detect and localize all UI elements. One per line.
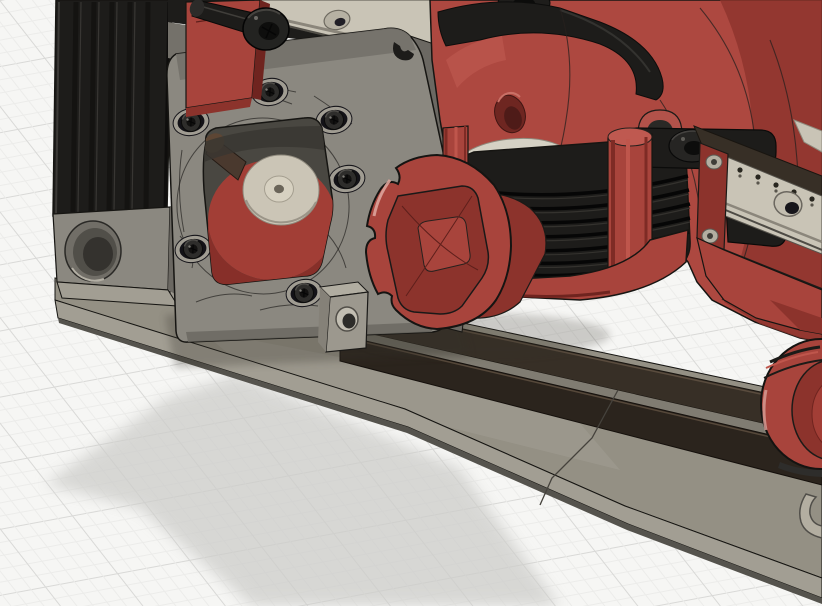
bracket-screw[interactable]: [706, 155, 722, 169]
belt-tensioner-block[interactable]: [318, 282, 368, 352]
tensioner-hole-bore: [343, 314, 356, 329]
foot-bore-hole[interactable]: [65, 221, 121, 281]
knob-boss: [418, 217, 470, 272]
cad-viewport[interactable]: [0, 0, 822, 606]
hub-slot: [274, 185, 284, 193]
rotor-window[interactable]: [200, 118, 336, 290]
frame-column-extrusion[interactable]: [53, 0, 172, 216]
